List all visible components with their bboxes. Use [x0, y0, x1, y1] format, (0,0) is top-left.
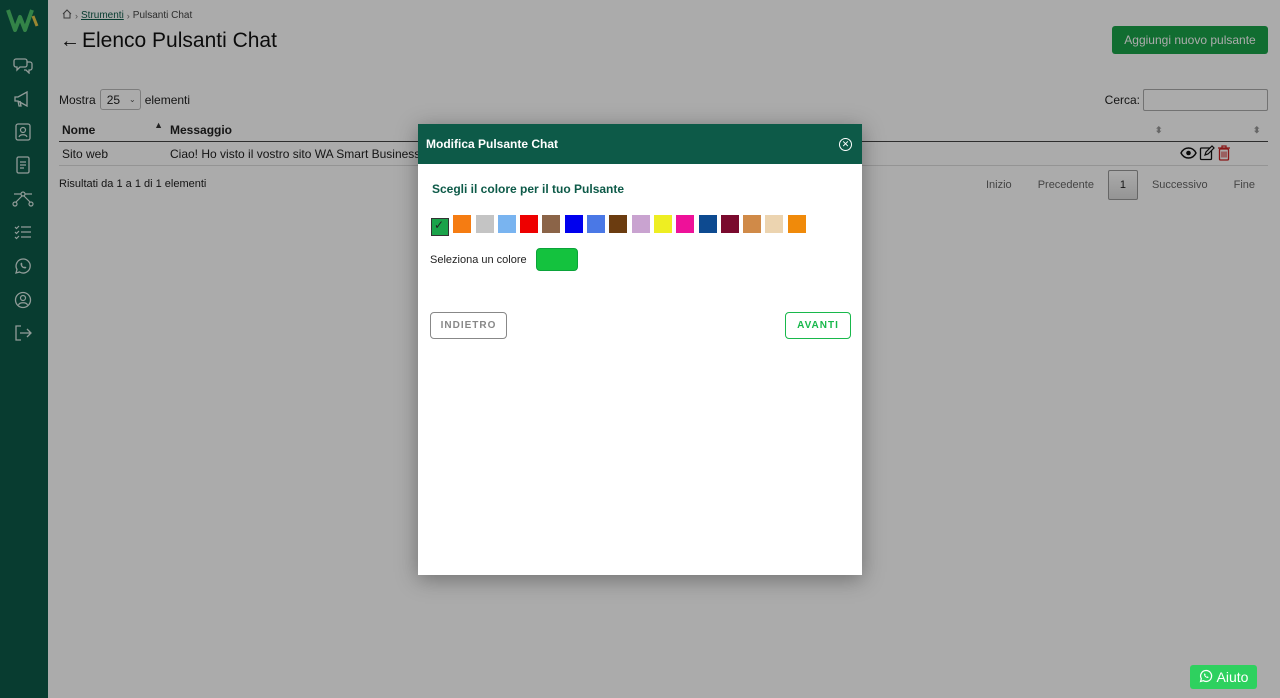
color-swatch[interactable]	[587, 215, 606, 233]
help-button-label: Aiuto	[1216, 669, 1249, 685]
color-swatch[interactable]: ✓	[431, 218, 449, 236]
color-swatch[interactable]	[653, 215, 672, 233]
color-swatch[interactable]	[631, 215, 650, 233]
color-swatches: ✓	[431, 215, 806, 236]
color-swatch[interactable]	[475, 215, 494, 233]
whatsapp-icon	[1199, 669, 1213, 686]
color-swatch[interactable]	[743, 215, 762, 233]
color-swatch[interactable]	[698, 215, 717, 233]
color-swatch[interactable]	[720, 215, 739, 233]
help-button[interactable]: Aiuto	[1190, 665, 1257, 689]
modal-subtitle: Scegli il colore per il tuo Pulsante	[432, 182, 625, 196]
modal-header: Modifica Pulsante Chat ✕	[418, 124, 862, 164]
modal-title: Modifica Pulsante Chat	[426, 137, 559, 151]
color-swatch[interactable]	[520, 215, 539, 233]
color-picker-label: Seleziona un colore	[430, 253, 527, 266]
color-swatch[interactable]	[787, 215, 806, 233]
color-swatch[interactable]	[609, 215, 628, 233]
color-swatch[interactable]	[497, 215, 516, 233]
color-picker-row: Seleziona un colore	[430, 248, 578, 271]
color-swatch[interactable]	[542, 215, 561, 233]
color-swatch[interactable]	[676, 215, 695, 233]
color-swatch[interactable]	[453, 215, 472, 233]
color-picker-input[interactable]	[535, 248, 578, 271]
close-icon[interactable]: ✕	[839, 137, 852, 151]
color-swatch[interactable]	[765, 215, 784, 233]
next-button[interactable]: AVANTI	[785, 312, 851, 339]
check-icon: ✓	[434, 218, 445, 232]
edit-chat-button-modal: Modifica Pulsante Chat ✕ Scegli il color…	[418, 124, 862, 575]
color-swatch[interactable]	[564, 215, 583, 233]
back-button[interactable]: INDIETRO	[430, 312, 507, 339]
